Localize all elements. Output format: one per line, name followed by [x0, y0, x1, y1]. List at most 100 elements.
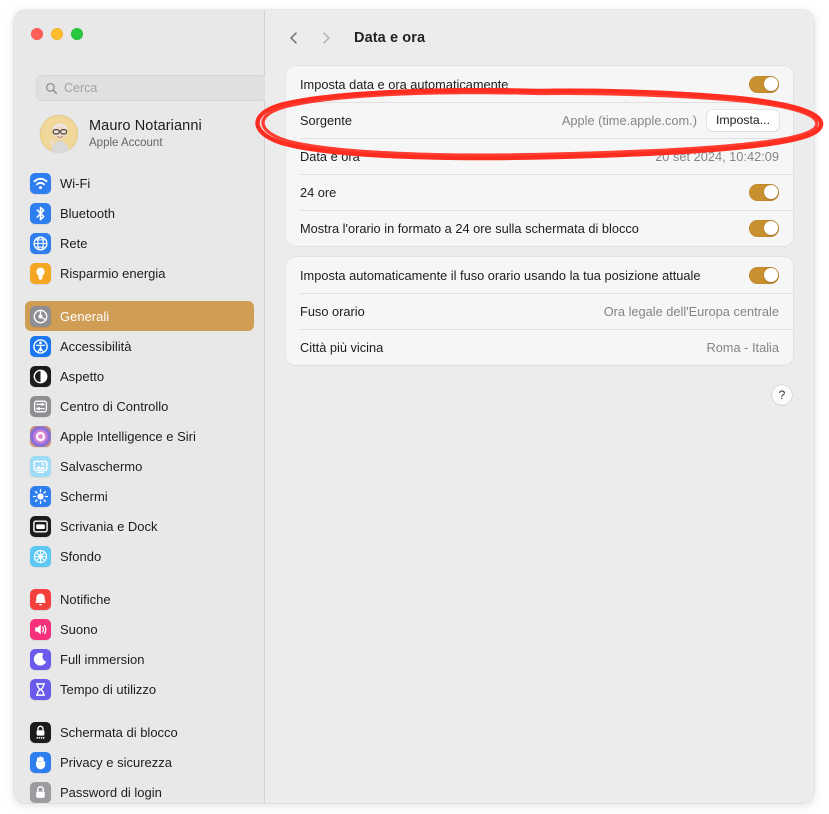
- toggle-knob: [763, 77, 778, 91]
- sidebar-divider: [25, 288, 254, 301]
- battery-energy-icon: [30, 262, 51, 284]
- row-value-datetime: 20 set 2024, 10:42:09: [655, 148, 779, 164]
- sidebar-item-salvaschermo[interactable]: Salvaschermo: [25, 451, 254, 481]
- row-data-e-ora[interactable]: Data e ora 20 set 2024, 10:42:09: [286, 138, 793, 174]
- settings-panel-timezone: Imposta automaticamente il fuso orario u…: [286, 257, 793, 365]
- sidebar-item-label: Centro di Controllo: [60, 398, 169, 414]
- privacy-security-icon: [30, 751, 51, 773]
- search-input[interactable]: [64, 81, 259, 95]
- sidebar-item-generali[interactable]: Generali: [25, 301, 254, 331]
- sidebar-item-label: Schermi: [60, 488, 108, 504]
- account-row[interactable]: Mauro Notarianni Apple Account: [36, 112, 264, 156]
- forward-button[interactable]: [311, 23, 341, 53]
- search-icon: [45, 82, 58, 94]
- displays-icon: [30, 485, 51, 507]
- row-value-closest-city: Roma - Italia: [706, 339, 779, 355]
- desktop-dock-icon: [30, 515, 51, 537]
- accessibility-icon: [30, 335, 51, 357]
- sidebar-item-rete[interactable]: Rete: [25, 228, 254, 258]
- lock-screen-icon: [30, 721, 51, 743]
- sidebar-item-schermata-di-blocco[interactable]: Schermata di blocco: [25, 717, 254, 747]
- sidebar-item-sfondo[interactable]: Sfondo: [25, 541, 254, 571]
- control-center-icon: [30, 395, 51, 417]
- sidebar-item-label: Apple Intelligence e Siri: [60, 428, 196, 444]
- sidebar-divider: [25, 571, 254, 584]
- search-field[interactable]: [36, 75, 268, 101]
- row-label: Sorgente: [300, 112, 352, 128]
- sidebar-item-label: Privacy e sicurezza: [60, 754, 172, 770]
- avatar: [40, 115, 78, 153]
- row-value-source: Apple (time.apple.com.): [561, 112, 697, 128]
- toggle-24-hour[interactable]: [749, 183, 779, 201]
- back-button[interactable]: [279, 23, 309, 53]
- chevron-left-icon: [290, 32, 297, 44]
- sidebar-item-notifiche[interactable]: Notifiche: [25, 584, 254, 614]
- sidebar-item-label: Risparmio energia: [60, 265, 166, 281]
- help-area: ?: [265, 376, 814, 405]
- login-password-icon: [30, 781, 51, 803]
- system-settings-window: Mauro Notarianni Apple Account Wi-Fi: [14, 10, 814, 803]
- row-citta-piu-vicina[interactable]: Città più vicina Roma - Italia: [286, 329, 793, 365]
- traffic-lights: [31, 28, 83, 40]
- account-name: Mauro Notarianni: [89, 118, 202, 135]
- sidebar-item-accessibilita[interactable]: Accessibilità: [25, 331, 254, 361]
- toggle-knob: [763, 268, 778, 282]
- sound-icon: [30, 618, 51, 640]
- row-imposta-fuso-orario-automatico[interactable]: Imposta automaticamente il fuso orario u…: [286, 257, 793, 293]
- row-sorgente[interactable]: Sorgente Apple (time.apple.com.) Imposta…: [286, 102, 793, 138]
- toggle-knob: [763, 221, 778, 235]
- sidebar-item-schermi[interactable]: Schermi: [25, 481, 254, 511]
- sidebar-item-label: Schermata di blocco: [60, 724, 178, 740]
- wifi-icon: [30, 172, 51, 194]
- row-fuso-orario[interactable]: Fuso orario Ora legale dell'Europa centr…: [286, 293, 793, 329]
- row-24-ore[interactable]: 24 ore: [286, 174, 793, 210]
- close-button[interactable]: [31, 28, 43, 40]
- toggle-knob: [763, 185, 778, 199]
- sidebar-item-apple-intelligence-e-siri[interactable]: Apple Intelligence e Siri: [25, 421, 254, 451]
- sidebar-item-aspetto[interactable]: Aspetto: [25, 361, 254, 391]
- sidebar-item-tempo-di-utilizzo[interactable]: Tempo di utilizzo: [25, 674, 254, 704]
- sidebar-item-privacy-e-sicurezza[interactable]: Privacy e sicurezza: [25, 747, 254, 777]
- row-label: Data e ora: [300, 148, 360, 164]
- bluetooth-icon: [30, 202, 51, 224]
- minimize-button[interactable]: [51, 28, 63, 40]
- sidebar-item-suono[interactable]: Suono: [25, 614, 254, 644]
- content-area: Data e ora Imposta data e ora automatica…: [265, 10, 814, 803]
- sidebar-divider: [25, 704, 254, 717]
- sidebar-item-label: Notifiche: [60, 591, 111, 607]
- sidebar-item-wi-fi[interactable]: Wi-Fi: [25, 168, 254, 198]
- help-button[interactable]: ?: [772, 385, 792, 405]
- row-label: Imposta automaticamente il fuso orario u…: [300, 267, 701, 283]
- sidebar: Mauro Notarianni Apple Account Wi-Fi: [14, 10, 273, 803]
- sidebar-item-risparmio-energia[interactable]: Risparmio energia: [25, 258, 254, 288]
- sidebar-item-full-immersion[interactable]: Full immersion: [25, 644, 254, 674]
- toolbar: Data e ora: [265, 10, 814, 66]
- maximize-button[interactable]: [71, 28, 83, 40]
- sidebar-item-scrivania-e-dock[interactable]: Scrivania e Dock: [25, 511, 254, 541]
- sidebar-item-password-di-login[interactable]: Password di login: [25, 777, 254, 803]
- row-imposta-data-ora-automaticamente[interactable]: Imposta data e ora automaticamente: [286, 66, 793, 102]
- network-icon: [30, 232, 51, 254]
- wallpaper-icon: [30, 545, 51, 567]
- set-source-button[interactable]: Imposta...: [707, 109, 779, 131]
- sidebar-nav: Wi-Fi Bluetooth Rete Risparmio energia G…: [14, 168, 265, 803]
- apple-intelligence-icon: [30, 425, 51, 447]
- sidebar-item-label: Wi-Fi: [60, 175, 91, 191]
- sidebar-item-label: Password di login: [60, 784, 162, 800]
- sidebar-item-label: Accessibilità: [60, 338, 132, 354]
- row-label: Città più vicina: [300, 339, 384, 355]
- row-label: Fuso orario: [300, 303, 365, 319]
- sidebar-item-label: Aspetto: [60, 368, 105, 384]
- appearance-icon: [30, 365, 51, 387]
- sidebar-item-label: Full immersion: [60, 651, 145, 667]
- toggle-set-timezone-automatically[interactable]: [749, 266, 779, 284]
- sidebar-item-bluetooth[interactable]: Bluetooth: [25, 198, 254, 228]
- toggle-set-date-time-automatically[interactable]: [749, 75, 779, 93]
- screenshot-root: Mauro Notarianni Apple Account Wi-Fi: [0, 0, 829, 814]
- screen-time-icon: [30, 678, 51, 700]
- row-mostra-orario-24-ore-blocco[interactable]: Mostra l'orario in formato a 24 ore sull…: [286, 210, 793, 246]
- sidebar-item-centro-di-controllo[interactable]: Centro di Controllo: [25, 391, 254, 421]
- sidebar-item-label: Suono: [60, 621, 98, 637]
- sidebar-item-label: Bluetooth: [60, 205, 115, 221]
- toggle-24-hour-lock-screen[interactable]: [749, 219, 779, 237]
